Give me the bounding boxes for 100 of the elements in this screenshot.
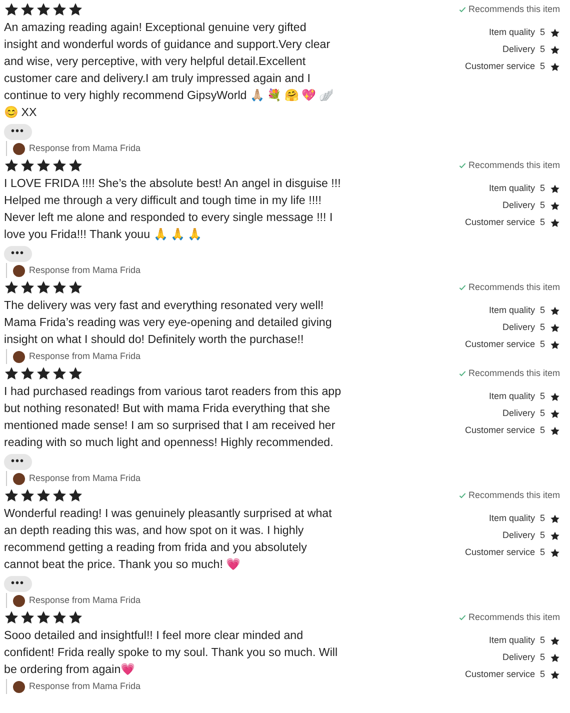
star-icon xyxy=(550,653,560,663)
response-link[interactable]: Response from Mama Frida xyxy=(29,350,141,364)
star-icon xyxy=(36,488,51,502)
star-icon xyxy=(20,366,35,380)
response-link[interactable]: Response from Mama Frida xyxy=(29,594,141,608)
review-text: Wonderful reading! I was genuinely pleasantly surprised at what an depth reading this was, and how spot on it was. I highly recommend getting a reading from frida and you absolutely cannot beat the price. Thank you so much! 💗 xyxy=(4,506,333,573)
avatar-icon xyxy=(13,594,25,606)
rating-value: 5 xyxy=(540,668,545,682)
rating-value: 5 xyxy=(540,43,545,56)
avatar-icon xyxy=(13,264,25,276)
star-icon xyxy=(68,280,83,294)
avatar-icon xyxy=(13,472,25,484)
response-link[interactable]: Response from Mama Frida xyxy=(29,142,141,156)
response-link[interactable]: Response from Mama Frida xyxy=(29,264,141,278)
star-icon xyxy=(550,218,560,228)
rating-label: Item quality xyxy=(488,182,535,196)
avatar-icon xyxy=(13,680,25,692)
star-icon xyxy=(68,158,83,172)
review-text: An amazing reading again! Exceptional genuine very gifted insight and wonderful words of guidance and support.Very clear and wise, very perceptive, with very helpful detail.Excellent customer care and delivery.I am truly impressed again and I continue to very highly recommend GipsyWorld 🙏🏼 💐 🤗 💖 🪽 😊 XX xyxy=(4,20,334,121)
rating-value: 5 xyxy=(540,529,545,542)
star-icon xyxy=(550,201,560,211)
check-icon xyxy=(459,492,466,500)
rating-label: Delivery xyxy=(502,407,535,420)
star-icon xyxy=(20,2,35,16)
rating-value: 5 xyxy=(540,546,545,560)
star-icon xyxy=(20,610,35,624)
star-icon xyxy=(550,670,560,680)
star-icon xyxy=(550,28,560,38)
rating-label: Customer service xyxy=(464,216,535,230)
rating-value: 5 xyxy=(540,390,545,404)
star-icon xyxy=(550,306,560,316)
rating-label: Customer service xyxy=(464,546,535,560)
star-icon xyxy=(4,280,19,294)
star-icon xyxy=(550,548,560,558)
rating-value: 5 xyxy=(540,424,545,438)
rating-label: Delivery xyxy=(502,43,535,56)
star-icon xyxy=(550,45,560,55)
star-icon xyxy=(20,158,35,172)
recommends-label: Recommends this item xyxy=(468,611,560,624)
recommends-label: Recommends this item xyxy=(468,367,560,380)
star-icon xyxy=(36,366,51,380)
star-icon xyxy=(4,366,19,380)
rating-label: Delivery xyxy=(502,529,535,542)
recommends-label: Recommends this item xyxy=(468,281,560,294)
rating-value: 5 xyxy=(540,338,545,352)
check-icon xyxy=(459,614,466,622)
rating-value: 5 xyxy=(540,651,545,664)
star-icon xyxy=(550,409,560,419)
check-icon xyxy=(459,284,466,292)
rating-label: Customer service xyxy=(464,424,535,438)
star-icon xyxy=(52,2,67,16)
avatar-icon xyxy=(13,142,25,154)
star-icon xyxy=(20,280,35,294)
star-icon xyxy=(4,488,19,502)
more-button[interactable]: ••• xyxy=(4,124,32,140)
star-icon xyxy=(52,280,67,294)
rating-label: Customer service xyxy=(464,338,535,352)
star-icon xyxy=(550,392,560,402)
star-icon xyxy=(550,340,560,350)
more-button[interactable]: ••• xyxy=(4,246,32,262)
star-icon xyxy=(52,488,67,502)
avatar-icon xyxy=(13,350,25,362)
check-icon xyxy=(459,162,466,170)
star-icon xyxy=(4,610,19,624)
rating-value: 5 xyxy=(540,182,545,196)
rating-label: Customer service xyxy=(464,60,535,74)
more-button[interactable]: ••• xyxy=(4,576,32,592)
rating-value: 5 xyxy=(540,26,545,40)
recommends-label: Recommends this item xyxy=(468,159,560,172)
star-icon xyxy=(52,158,67,172)
star-icon xyxy=(52,610,67,624)
review-text: Sooo detailed and insightful!! I feel more clear minded and confident! Frida really spoke to my soul. Thank you so much. Will be ordering from again💗 xyxy=(4,628,339,678)
rating-value: 5 xyxy=(540,216,545,230)
rating-label: Item quality xyxy=(488,26,535,40)
star-icon xyxy=(36,158,51,172)
rating-label: Delivery xyxy=(502,321,535,334)
star-icon xyxy=(4,2,19,16)
star-icon xyxy=(4,158,19,172)
star-icon xyxy=(20,488,35,502)
check-icon xyxy=(459,370,466,378)
star-icon xyxy=(550,531,560,541)
star-icon xyxy=(550,184,560,194)
response-link[interactable]: Response from Mama Frida xyxy=(29,472,141,486)
rating-label: Item quality xyxy=(488,304,535,318)
check-icon xyxy=(459,6,466,14)
star-icon xyxy=(550,636,560,646)
star-icon xyxy=(36,610,51,624)
review-text: The delivery was very fast and everything resonated very well! Mama Frida’s reading was very eye-opening and detailed giving insight on what I should do! Definitely worth the purchase!! xyxy=(4,298,333,348)
rating-value: 5 xyxy=(540,304,545,318)
rating-value: 5 xyxy=(540,634,545,648)
star-icon xyxy=(550,514,560,524)
recommends-label: Recommends this item xyxy=(468,3,560,16)
star-icon xyxy=(68,488,83,502)
star-icon xyxy=(36,2,51,16)
rating-value: 5 xyxy=(540,60,545,74)
rating-value: 5 xyxy=(540,199,545,212)
star-icon xyxy=(68,610,83,624)
more-button[interactable]: ••• xyxy=(4,454,32,470)
response-link[interactable]: Response from Mama Frida xyxy=(29,680,141,694)
review-text: I had purchased readings from various tarot readers from this app but nothing resonated! But with mama Frida everything that she mentioned made sense! I am so surprised that I am received her reading with so much light and openness! Highly recommended. xyxy=(4,384,342,451)
